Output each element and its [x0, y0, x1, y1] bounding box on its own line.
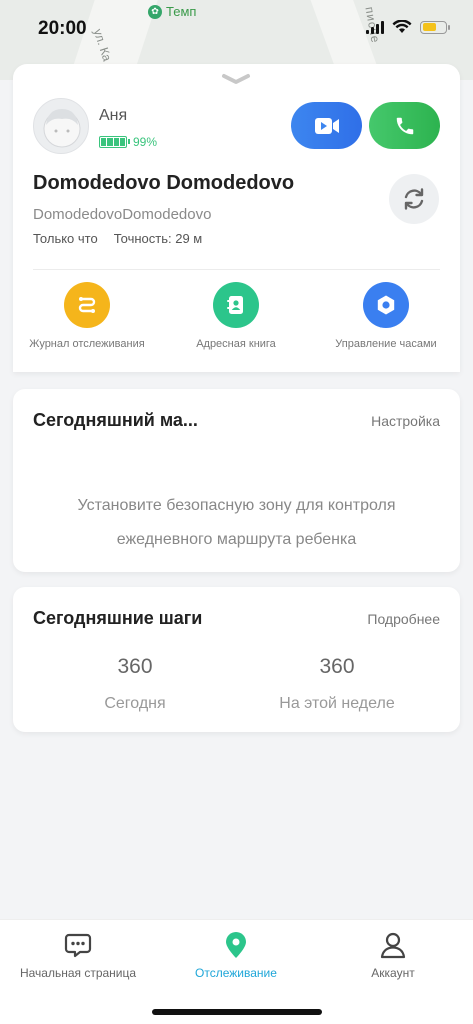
tab-label: Начальная страница [19, 966, 137, 980]
battery-percent: 99% [133, 135, 158, 149]
quick-action-watch-management[interactable]: Управление часами [316, 282, 456, 350]
today-steps-card: Сегодняшние шаги Подробнее 360 Сегодня 3… [13, 587, 460, 732]
contacts-icon [213, 282, 259, 328]
device-card: Аня 99% Domodedovo Domodedovo Domodedovo… [13, 64, 460, 372]
chevron-down-icon[interactable] [220, 72, 252, 86]
status-icons [366, 20, 450, 34]
tab-tracking[interactable]: Отслеживание [156, 930, 316, 980]
home-indicator [152, 1009, 322, 1015]
phone-icon [396, 117, 413, 134]
steps-week-value: 360 [319, 655, 355, 678]
steps-details-link[interactable]: Подробнее [367, 611, 440, 627]
settings-icon [363, 282, 409, 328]
location-pin-icon [226, 932, 246, 958]
steps-card-title: Сегодняшние шаги [33, 608, 203, 628]
quick-action-tracking-log[interactable]: Журнал отслеживания [17, 282, 157, 350]
signal-icon [366, 20, 384, 34]
steps-today: 360 Сегодня [35, 655, 235, 713]
route-message-line: ежедневного маршрута ребенка [116, 531, 357, 548]
route-message-line: Установите безопасную зону для контроля [77, 497, 396, 514]
location-updated: Только что [33, 231, 98, 246]
tab-home[interactable]: Начальная страница [0, 930, 158, 980]
user-icon [380, 932, 406, 959]
tab-label: Отслеживание [195, 966, 277, 980]
location-address: DomodedovoDomodedovo [33, 206, 212, 223]
refresh-icon [404, 188, 424, 210]
avatar[interactable] [33, 98, 89, 154]
steps-today-label: Сегодня [104, 695, 166, 712]
battery-icon [99, 136, 130, 148]
status-bar: 20:00 [0, 0, 473, 56]
device-battery-icon [420, 20, 450, 34]
route-card-title: Сегодняшний ма... [33, 410, 198, 430]
status-time: 20:00 [38, 18, 87, 39]
route-settings-link[interactable]: Настройка [371, 413, 440, 429]
wifi-icon [392, 20, 412, 33]
today-route-card: Сегодняшний ма... Настройка Установите б… [13, 389, 460, 572]
tab-label: Аккаунт [371, 966, 415, 980]
quick-action-label: Журнал отслеживания [29, 338, 145, 350]
quick-action-address-book[interactable]: Адресная книга [166, 282, 306, 350]
quick-action-label: Адресная книга [196, 338, 276, 350]
route-empty-message: Установите безопасную зону для контроля … [33, 489, 440, 557]
route-icon [64, 282, 110, 328]
video-camera-icon [314, 117, 339, 134]
tab-account[interactable]: Аккаунт [313, 930, 473, 980]
child-avatar-icon [43, 109, 81, 148]
location-meta: Только что Точность: 29 м [33, 231, 202, 246]
watch-battery: 99% [99, 135, 157, 149]
steps-week-label: На этой неделе [279, 695, 395, 712]
voice-call-button[interactable] [369, 102, 440, 149]
location-title: Domodedovo Domodedovo [33, 172, 295, 194]
child-name: Аня [99, 107, 128, 124]
chat-icon [64, 933, 92, 958]
quick-action-label: Управление часами [335, 338, 437, 350]
refresh-button[interactable] [389, 174, 439, 224]
steps-week: 360 На этой неделе [237, 655, 437, 713]
steps-today-value: 360 [117, 655, 153, 678]
divider [33, 269, 440, 270]
location-accuracy: Точность: 29 м [113, 231, 203, 246]
video-call-button[interactable] [291, 102, 362, 149]
